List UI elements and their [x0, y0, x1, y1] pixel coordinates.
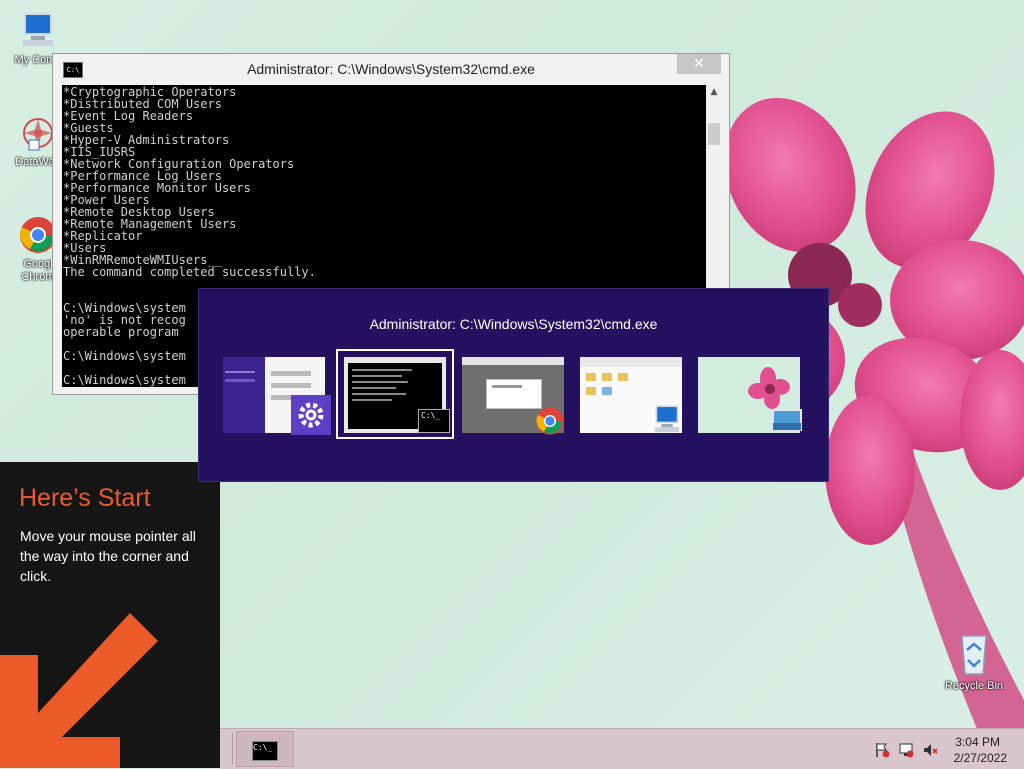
cmd-titlebar[interactable]: C:\ Administrator: C:\Windows\System32\c… — [53, 54, 729, 84]
cmd-icon: C:\_ — [252, 741, 278, 761]
scroll-thumb[interactable] — [708, 123, 720, 145]
tip-body: Move your mouse pointer all the way into… — [20, 528, 196, 584]
chrome-icon — [536, 407, 564, 435]
switcher-thumb-chrome[interactable] — [454, 349, 572, 439]
tip-title: Here’s Start — [19, 484, 151, 512]
action-center-flag-icon[interactable] — [874, 742, 890, 758]
computer-icon — [23, 13, 53, 46]
start-tip-panel[interactable]: Here’s Start Move your mouse pointer all… — [0, 462, 220, 768]
cmd-window-title: Administrator: C:\Windows\System32\cmd.e… — [247, 61, 535, 77]
clock-time[interactable]: 3:04 PM — [955, 735, 1000, 749]
volume-muted-icon[interactable] — [922, 742, 938, 758]
close-button[interactable]: ✕ — [677, 54, 721, 74]
switcher-thumb-desktop[interactable] — [690, 349, 808, 439]
computer-icon — [654, 405, 680, 433]
scroll-up-arrow-icon[interactable]: ▲ — [706, 87, 722, 101]
taskbar[interactable]: C:\_ 3:04 PM 2/27/2022 — [220, 728, 1024, 769]
switcher-thumb-settings[interactable] — [215, 349, 333, 439]
desktop-icon-recycle-bin[interactable]: Recycle Bin — [936, 630, 1012, 693]
recycle-bin-icon — [961, 635, 987, 675]
switcher-title: Administrator: C:\Windows\System32\cmd.e… — [369, 316, 658, 332]
desktop-icon-label: Recycle Bin — [944, 680, 1004, 692]
clock-date[interactable]: 2/27/2022 — [954, 751, 1007, 765]
taskbar-cmd-button[interactable]: C:\_ — [236, 731, 294, 767]
switcher-thumb-cmd[interactable]: C:\_ — [336, 349, 454, 439]
cmd-icon: C:\_ — [418, 409, 450, 433]
switcher-thumb-explorer[interactable] — [572, 349, 690, 439]
desktop-icon — [772, 409, 802, 431]
taskbar-grip[interactable] — [222, 733, 233, 765]
network-icon[interactable] — [898, 742, 914, 758]
gear-icon — [291, 395, 331, 435]
task-switcher[interactable]: Administrator: C:\Windows\System32\cmd.e… — [198, 288, 829, 482]
arrow-down-left-icon — [0, 613, 158, 768]
